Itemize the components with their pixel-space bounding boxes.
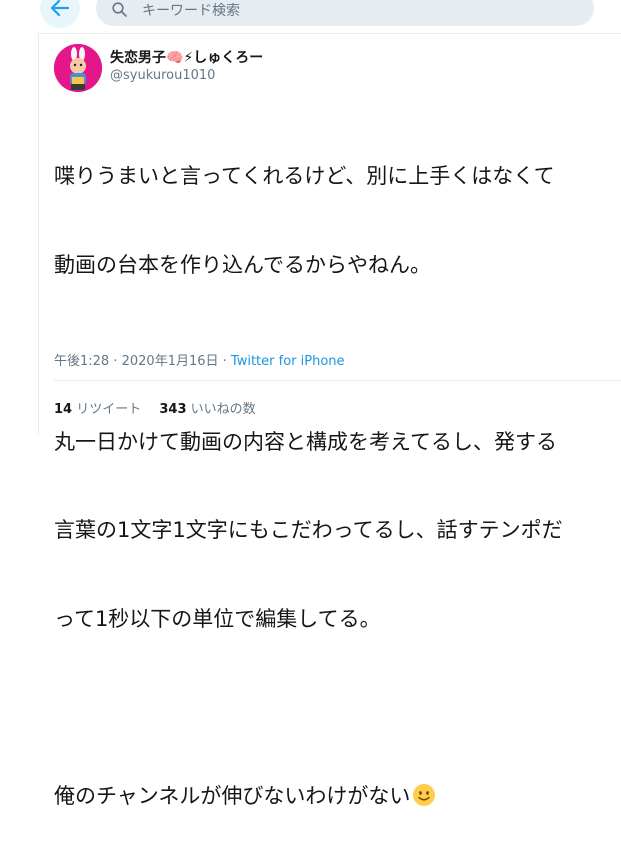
search-input[interactable] [142,0,562,22]
search-icon [112,2,127,17]
stats-divider [54,380,621,381]
meta-separator: · [218,354,231,369]
display-name-text: 失恋男子 [110,50,166,66]
retweets-label: リツイート [76,402,142,417]
meta-separator: · [109,354,122,369]
tweet-line: 丸一日かけて動画の内容と構成を考えてるし、発する [54,429,557,454]
avatar-character-image [54,44,102,92]
back-button[interactable] [40,0,80,28]
likes-label: いいねの数 [190,402,256,417]
tweet-time[interactable]: 午後1:28 [54,354,109,369]
user-handle[interactable]: @syukurou1010 [110,68,215,83]
display-name-suffix: しゅくろー [193,50,264,66]
tweet-line: って1秒以下の単位で編集してる。 [54,606,381,631]
display-name[interactable]: 失恋男子🧠⚡しゅくろー [110,47,263,67]
tweet-client-link[interactable]: Twitter for iPhone [231,354,345,369]
lightning-emoji: ⚡ [183,50,194,66]
retweets-stat[interactable]: 14 リツイート [54,402,141,417]
tweet-body: 喋りうまいと言ってくれるけど、別に上手くはなくて 動画の台本を作り込んでるからや… [54,103,594,841]
arrow-left-icon [51,0,69,16]
retweets-count: 14 [54,402,73,417]
tweet-line: 喋りうまいと言ってくれるけど、別に上手くはなくて [54,164,555,188]
top-bar [0,0,621,34]
brain-emoji: 🧠 [166,50,184,66]
column-border [38,33,39,434]
avatar[interactable] [54,44,102,92]
tweet-line-text: 俺のチャンネルが伸びないわけがない [54,783,411,808]
tweet-line: 言葉の1文字1文字にもこだわってるし、話すテンポだ [54,518,563,542]
tweet-line: 動画の台本を作り込んでるからやねん。 [54,252,431,277]
tweet-meta: 午後1:28 · 2020年1月16日 · Twitter for iPhone [54,350,345,369]
likes-stat[interactable]: 343 いいねの数 [159,402,255,417]
smiling-face-emoji [413,783,436,806]
header-divider [38,33,621,34]
likes-count: 343 [159,402,187,417]
tweet-stats: 14 リツイート 343 いいねの数 [54,398,270,417]
search-box[interactable] [96,0,594,26]
tweet-date[interactable]: 2020年1月16日 [122,354,219,369]
tweet-line-last: 俺のチャンネルが伸びないわけがない [54,782,594,812]
